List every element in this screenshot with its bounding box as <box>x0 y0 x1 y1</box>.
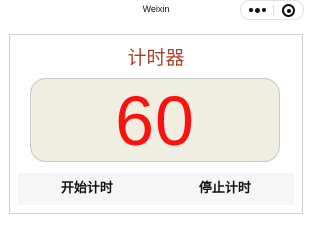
mini-program-close-icon[interactable] <box>282 4 295 17</box>
timer-display: 60 <box>30 78 280 162</box>
timer-card: 计时器 60 开始计时 停止计时 <box>9 34 303 214</box>
capsule-divider <box>273 5 274 16</box>
button-row: 开始计时 停止计时 <box>18 173 294 205</box>
timer-title: 计时器 <box>127 47 185 69</box>
page: Weixin 计时器 60 开始计时 停止计时 <box>0 0 312 226</box>
navigation-bar: Weixin <box>0 0 312 26</box>
stop-timer-button[interactable]: 停止计时 <box>156 173 294 205</box>
timer-value: 60 <box>115 82 195 160</box>
more-dots-icon[interactable] <box>249 6 269 15</box>
start-timer-button[interactable]: 开始计时 <box>18 173 156 205</box>
menu-capsule <box>240 0 304 20</box>
